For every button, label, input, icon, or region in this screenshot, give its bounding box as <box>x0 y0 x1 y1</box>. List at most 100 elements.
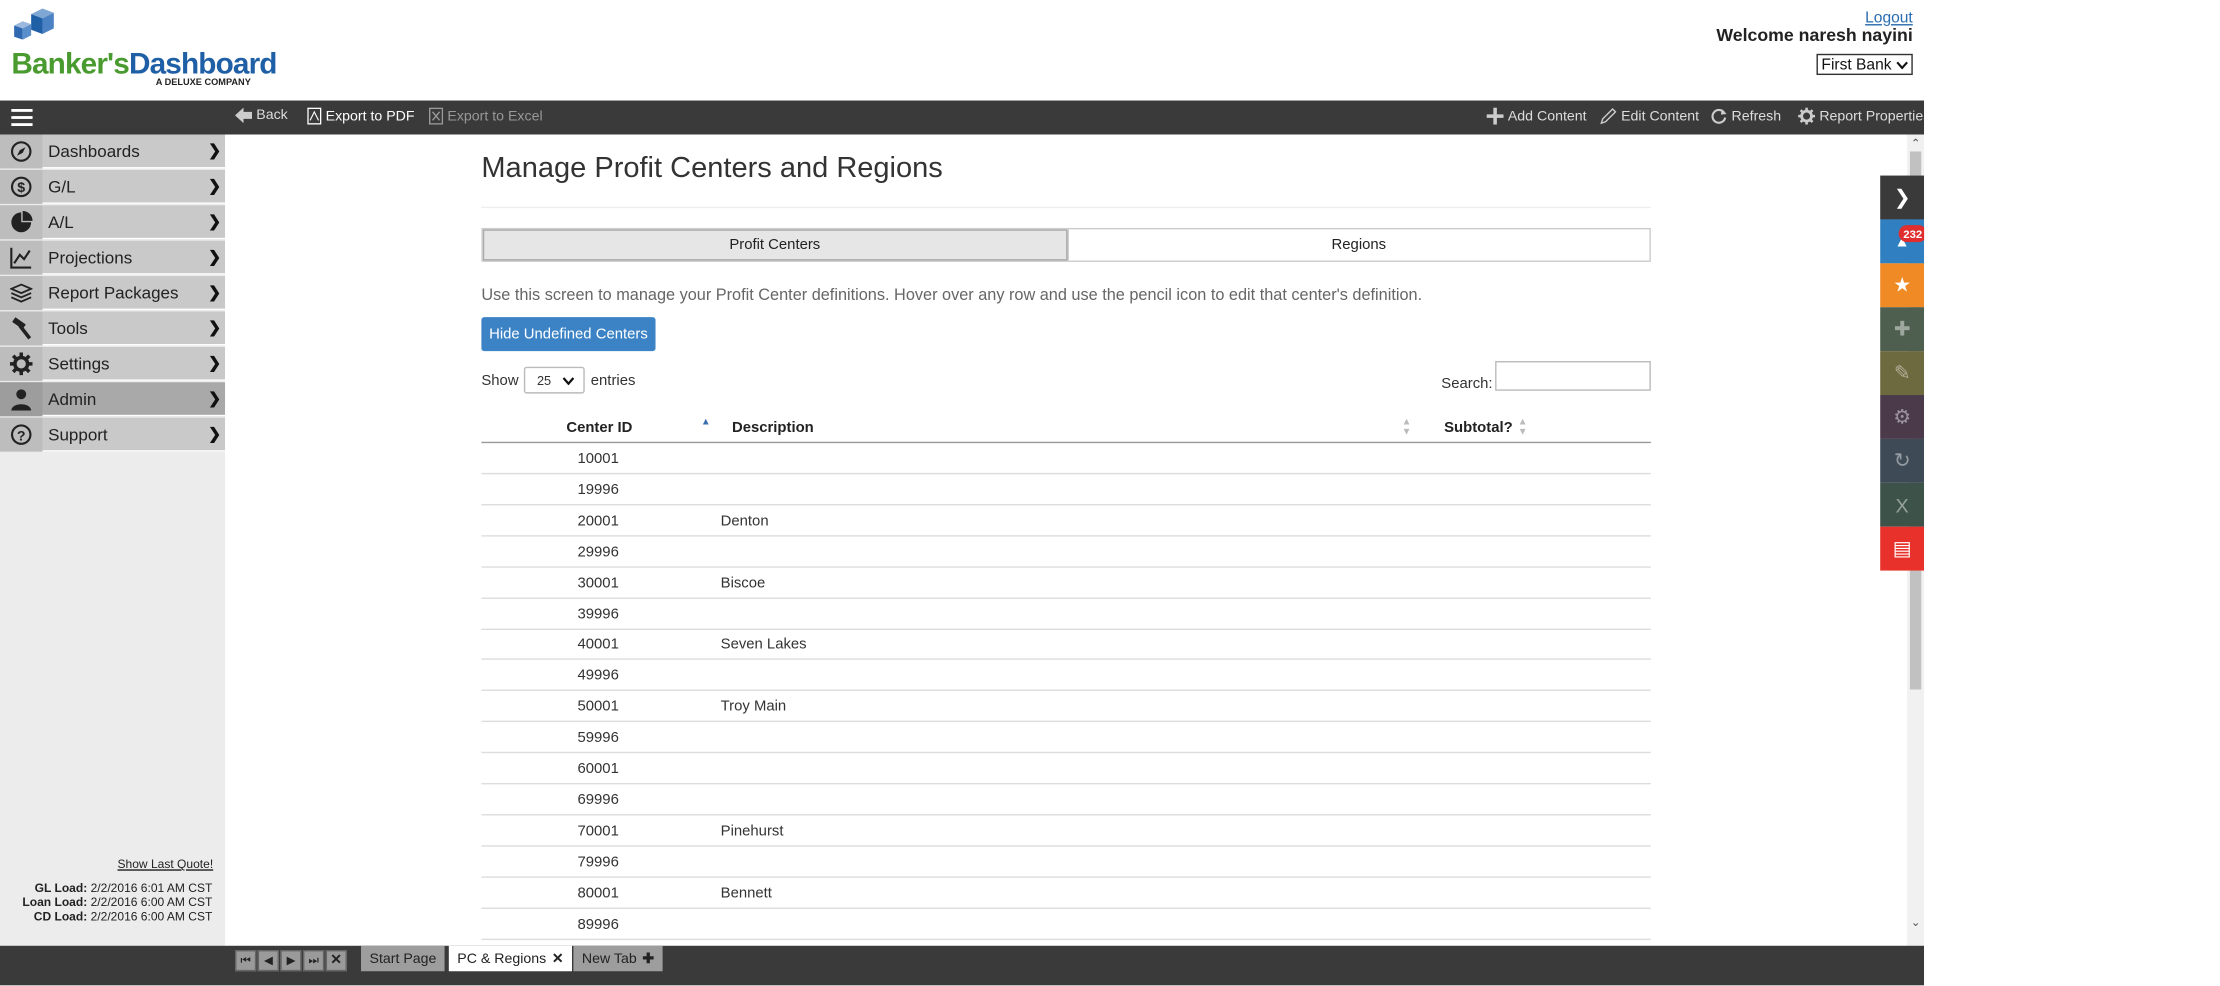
entries-label: entries <box>590 371 636 389</box>
refresh-button[interactable]: Refresh <box>1710 108 1781 125</box>
sidebar-item-al[interactable]: A/L ❯ <box>0 204 226 240</box>
table-row[interactable]: 39996 <box>481 598 1651 630</box>
last-tab-icon[interactable]: ⏭ <box>302 950 325 972</box>
column-description[interactable]: Description <box>732 419 814 436</box>
collapse-rail-icon[interactable]: ❯ <box>1880 175 1925 220</box>
load-label: CD Load: <box>33 908 88 924</box>
table-row[interactable]: 69996 <box>481 784 1651 816</box>
search-input[interactable] <box>1495 361 1651 391</box>
sidebar-item-admin[interactable]: Admin ❯ <box>0 381 226 417</box>
table-row[interactable]: 59996 <box>481 722 1651 754</box>
next-tab-icon[interactable]: ▶ <box>280 950 302 972</box>
sidebar-item-report-packages[interactable]: Report Packages ❯ <box>0 275 226 311</box>
table-row[interactable]: 80001 Bennett <box>481 877 1651 909</box>
sort-both-icon[interactable]: ▲ ▼ <box>1402 418 1412 438</box>
table-row[interactable]: 29996 <box>481 536 1651 568</box>
center-id-cell: 70001 <box>577 822 619 840</box>
chevron-right-icon: ❯ <box>208 284 222 302</box>
page-size-select[interactable]: 25 <box>524 366 586 394</box>
question-icon: ? <box>0 416 43 451</box>
layers-icon <box>0 275 43 310</box>
settings-icon[interactable]: ⚙ <box>1880 395 1925 439</box>
table-row[interactable]: 50001 Troy Main <box>481 691 1651 723</box>
sidebar-item-support[interactable]: ? Support ❯ <box>0 416 226 452</box>
scroll-up-icon[interactable]: ⌃ <box>1907 137 1924 150</box>
table-row[interactable]: 19996 <box>481 474 1651 506</box>
bank-select-value: First Bank <box>1821 55 1892 73</box>
outer-margin <box>1924 0 2220 986</box>
refresh-icon[interactable]: ↻ <box>1880 438 1925 483</box>
table-row[interactable]: 49996 <box>481 660 1651 692</box>
sort-both-icon[interactable]: ▲ ▼ <box>1518 418 1528 438</box>
center-id-cell: 40001 <box>577 636 619 654</box>
add-icon[interactable]: ✚ <box>1880 307 1925 352</box>
logout-link[interactable]: Logout <box>1865 10 1913 27</box>
table-row[interactable]: 89996 <box>481 908 1651 940</box>
table-row[interactable]: 79996 <box>481 846 1651 878</box>
tab-regions[interactable]: Regions <box>1066 229 1650 261</box>
sidebar-item-settings[interactable]: Settings ❯ <box>0 346 226 381</box>
description-cell: Denton <box>720 512 769 530</box>
table-row[interactable]: 40001 Seven Lakes <box>481 629 1651 661</box>
plus-icon[interactable]: ✚ <box>642 951 654 967</box>
plus-icon <box>1486 107 1504 125</box>
chevron-right-icon: ❯ <box>208 319 222 337</box>
bankers-dashboard-logo[interactable]: Banker'sDashboard A DELUXE COMPANY <box>11 8 277 93</box>
add-content-button[interactable]: Add Content <box>1486 107 1587 125</box>
center-id-cell: 30001 <box>577 574 619 592</box>
center-id-cell: 19996 <box>577 481 619 499</box>
tab-label: New Tab <box>581 950 637 967</box>
sidebar-item-gl[interactable]: $ G/L ❯ <box>0 169 226 204</box>
bottom-tab-start-page[interactable]: Start Page <box>361 945 445 972</box>
table-row[interactable]: 70001 Pinehurst <box>481 815 1651 847</box>
tab-label: PC & Regions <box>457 950 547 967</box>
table-row[interactable]: 20001 Denton <box>481 505 1651 537</box>
bottom-tab-pc-regions[interactable]: PC & Regions ✕ <box>448 945 573 972</box>
table-row[interactable]: 30001 Biscoe <box>481 567 1651 599</box>
favorites-icon[interactable]: ★ <box>1880 263 1925 308</box>
center-id-cell: 80001 <box>577 884 619 902</box>
load-value: 2/2/2016 6:01 AM CST <box>90 880 213 895</box>
edit-content-button[interactable]: Edit Content <box>1600 108 1699 125</box>
center-id-cell: 49996 <box>577 667 619 685</box>
table-row[interactable]: 10001 <box>481 443 1651 475</box>
tab-profit-centers[interactable]: Profit Centers <box>482 229 1067 261</box>
bank-select[interactable]: First Bank <box>1817 53 1913 76</box>
excel-icon <box>428 107 444 125</box>
toolbar: Back Export to PDF Export to Excel Add C… <box>0 100 1930 135</box>
pdf-icon <box>307 107 322 125</box>
export-excel-button[interactable]: Export to Excel <box>428 107 543 125</box>
load-value: 2/2/2016 6:00 AM CST <box>90 894 213 909</box>
sidebar-item-projections[interactable]: Projections ❯ <box>0 239 226 275</box>
close-tab-icon[interactable]: ✕ <box>552 951 564 967</box>
column-center-id[interactable]: Center ID <box>566 419 632 436</box>
excel-icon[interactable]: X <box>1880 482 1925 527</box>
hide-undefined-centers-button[interactable]: Hide Undefined Centers <box>481 317 656 352</box>
logo-mark-icon <box>14 8 54 40</box>
scroll-down-icon[interactable]: ⌄ <box>1907 916 1924 929</box>
hamburger-menu-icon[interactable] <box>11 109 33 127</box>
back-button[interactable]: Back <box>235 107 288 124</box>
column-subtotal[interactable]: Subtotal? <box>1444 419 1513 436</box>
center-id-cell: 89996 <box>577 915 619 933</box>
main-content: Manage Profit Centers and Regions Profit… <box>225 134 1908 946</box>
prev-tab-icon[interactable]: ◀ <box>257 950 279 972</box>
close-all-tabs-icon[interactable]: ✕ <box>325 950 347 972</box>
gl-load-status: GL Load: 2/2/2016 6:01 AM CST <box>35 881 213 895</box>
user-icon <box>0 381 43 416</box>
sidebar-item-label: Settings <box>48 353 110 374</box>
edit-icon[interactable]: ✎ <box>1880 351 1925 396</box>
center-id-cell: 50001 <box>577 698 619 716</box>
report-properties-button[interactable]: Report Properties <box>1798 107 1930 125</box>
table-row[interactable]: 60001 <box>481 753 1651 785</box>
logo-text-part2: Dashboard <box>128 48 278 81</box>
bottom-tab-new-tab[interactable]: New Tab ✚ <box>573 945 663 972</box>
first-tab-icon[interactable]: ⏮ <box>235 950 257 972</box>
show-last-quote-link[interactable]: Show Last Quote! <box>118 857 214 871</box>
sidebar-item-dashboards[interactable]: Dashboards ❯ <box>0 133 226 169</box>
sidebar-item-label: Report Packages <box>48 282 179 303</box>
sort-asc-icon[interactable]: ▲ <box>701 418 711 428</box>
sidebar-item-tools[interactable]: Tools ❯ <box>0 310 226 346</box>
pdf-icon[interactable]: ▤ <box>1880 526 1925 571</box>
export-pdf-button[interactable]: Export to PDF <box>307 107 415 125</box>
